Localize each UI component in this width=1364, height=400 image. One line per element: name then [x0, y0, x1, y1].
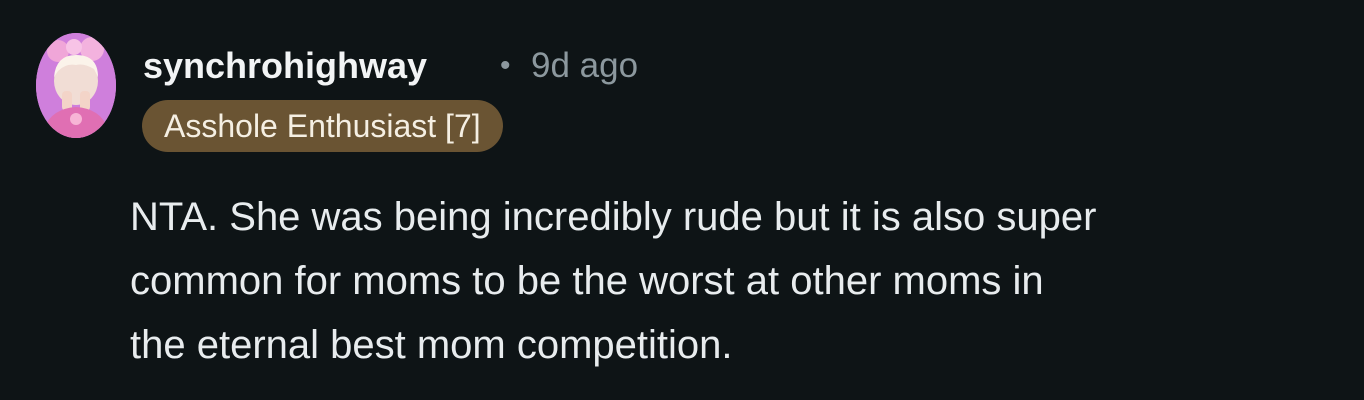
user-avatar-icon[interactable] — [36, 33, 116, 138]
meta-separator: • — [500, 49, 511, 82]
username-link[interactable]: synchrohighway — [143, 44, 427, 88]
user-flair-badge: Asshole Enthusiast [7] — [142, 100, 503, 152]
comment-body: NTA. She was being incredibly rude but i… — [130, 185, 1330, 377]
timestamp[interactable]: 9d ago — [531, 44, 638, 88]
comment: synchrohighway • 9d ago Asshole Enthusia… — [0, 0, 1364, 400]
comment-body-line: common for moms to be the worst at other… — [130, 259, 1044, 303]
comment-body-line: NTA. She was being incredibly rude but i… — [130, 195, 1097, 239]
comment-body-line: the eternal best mom competition. — [130, 323, 733, 367]
